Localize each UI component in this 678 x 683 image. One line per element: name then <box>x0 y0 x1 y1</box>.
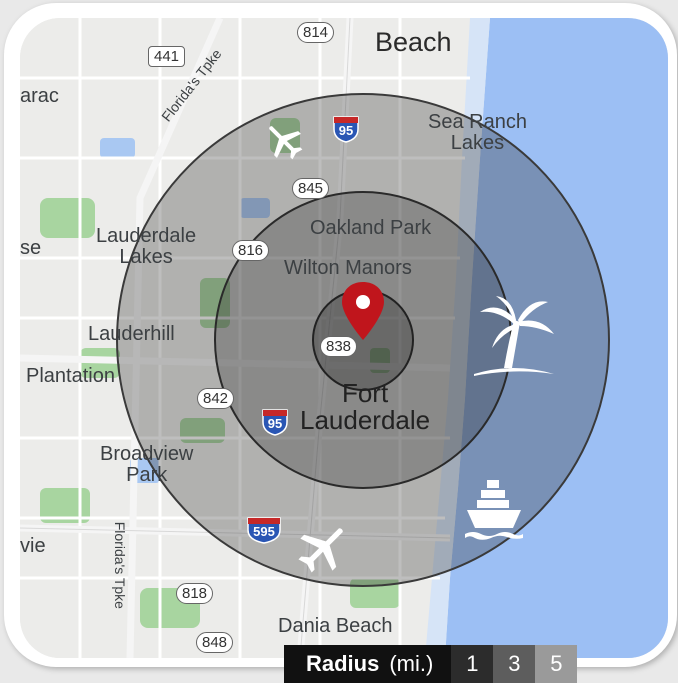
radius-option-3[interactable]: 3 <box>493 645 536 683</box>
interstate-shield-95-south: 95 <box>260 406 290 436</box>
palm-tree-icon[interactable] <box>468 290 558 380</box>
route-shield-814: 814 <box>297 22 335 43</box>
label-broadview-park: Broadview Park <box>100 443 194 486</box>
interstate-shield-595: 595 <box>245 514 283 544</box>
map-frame: Beach arac Sea Ranch Lakes Lauderdale La… <box>4 3 677 667</box>
route-shield-816: 816 <box>232 240 270 261</box>
radius-legend: Radius (mi.) 1 3 5 <box>284 645 578 683</box>
radius-option-1[interactable]: 1 <box>451 645 494 683</box>
route-shield-441: 441 <box>148 46 186 67</box>
route-shield-845: 845 <box>292 178 330 199</box>
park-area <box>40 198 95 238</box>
label-fort-lauderdale: Fort Lauderdale <box>300 378 431 436</box>
radius-option-5[interactable]: 5 <box>535 645 578 683</box>
interstate-shield-95-north: 95 <box>331 113 361 143</box>
radius-label: Radius <box>306 651 380 676</box>
label-sea-ranch-lakes: Sea Ranch Lakes <box>428 111 527 154</box>
label-sunrise: se <box>20 237 42 259</box>
map-pin-icon[interactable] <box>338 280 388 342</box>
label-dania-beach: Dania Beach <box>278 615 393 637</box>
label-davie: vie <box>20 535 46 557</box>
label-plantation: Plantation <box>26 365 115 387</box>
label-florida-tpke-south: Florida's Tpke <box>111 521 128 609</box>
route-shield-818: 818 <box>176 583 214 604</box>
ship-icon[interactable] <box>461 474 527 540</box>
route-shield-842: 842 <box>197 388 235 409</box>
label-pompano-beach: Beach <box>375 27 452 57</box>
route-shield-848: 848 <box>196 632 234 653</box>
label-lauderhill: Lauderhill <box>88 323 175 345</box>
airplane-icon[interactable] <box>295 520 351 576</box>
label-wilton-manors: Wilton Manors <box>284 257 412 279</box>
label-lauderdale-lakes: Lauderdale Lakes <box>96 225 197 268</box>
radius-unit: (mi.) <box>389 651 434 676</box>
label-tamarac: arac <box>20 85 59 107</box>
map-view[interactable]: Beach arac Sea Ranch Lakes Lauderdale La… <box>20 18 668 658</box>
label-oakland-park: Oakland Park <box>310 217 432 239</box>
radius-legend-title: Radius (mi.) <box>284 645 452 683</box>
airplane-icon[interactable] <box>263 120 305 162</box>
